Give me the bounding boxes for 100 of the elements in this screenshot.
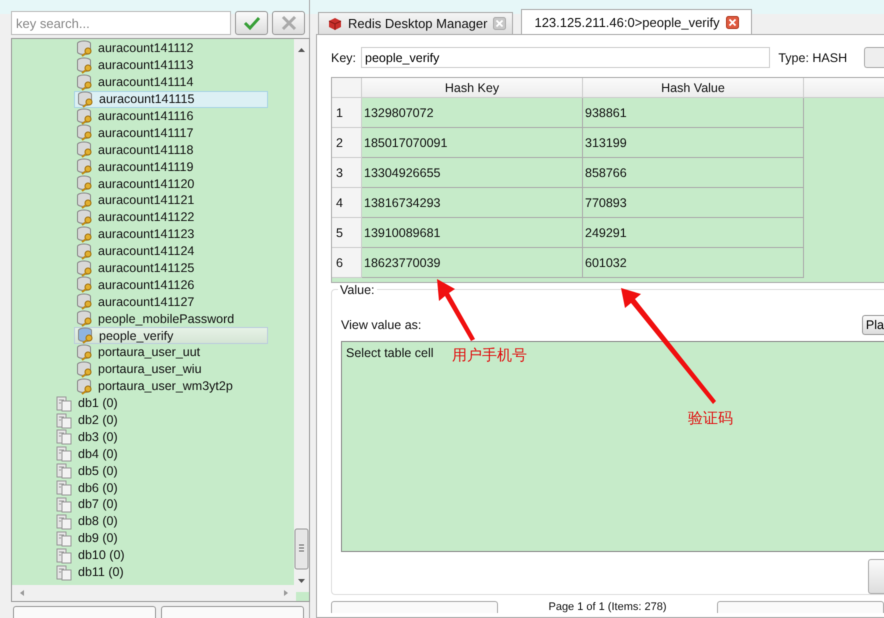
tree-item[interactable]: auracount141116 bbox=[74, 108, 268, 124]
database-key-icon bbox=[76, 141, 94, 158]
annotation-label: 验证码 bbox=[688, 409, 733, 428]
database-icon bbox=[56, 530, 74, 547]
group-title: Value: bbox=[338, 283, 377, 297]
search-field[interactable]: key search... bbox=[11, 11, 231, 35]
tree-item[interactable]: auracount141122 bbox=[74, 208, 268, 226]
format-dropdown[interactable]: Pla bbox=[862, 314, 884, 335]
table-cell[interactable]: 249291 bbox=[583, 218, 804, 248]
button[interactable] bbox=[864, 47, 884, 68]
database-key-icon bbox=[76, 378, 94, 395]
database-icon bbox=[56, 462, 74, 480]
table-cell[interactable]: 185017070091 bbox=[362, 128, 583, 158]
database-icon bbox=[56, 546, 74, 564]
value-text: Select table cell bbox=[346, 346, 434, 360]
tree-item[interactable]: portaura_user_uut bbox=[74, 344, 268, 361]
database-key-icon bbox=[76, 208, 94, 226]
tree-item[interactable]: db6 (0) bbox=[54, 479, 174, 496]
database-key-icon bbox=[76, 310, 94, 328]
database-key-icon bbox=[76, 226, 94, 243]
button[interactable] bbox=[716, 601, 884, 613]
tree-item[interactable]: db8 (0) bbox=[54, 512, 174, 530]
table-cell[interactable]: 18623770039 bbox=[362, 248, 583, 278]
tab[interactable]: Redis Desktop Manager bbox=[318, 12, 514, 34]
tree-item[interactable]: db11 (0) bbox=[54, 564, 174, 580]
button[interactable] bbox=[161, 606, 304, 618]
database-icon bbox=[56, 479, 74, 496]
database-icon bbox=[56, 564, 74, 581]
tree-item[interactable]: db10 (0) bbox=[54, 546, 174, 564]
tab[interactable]: 123.125.211.46:0>people_verify bbox=[521, 9, 752, 34]
table-cell[interactable]: 13304926655 bbox=[362, 158, 583, 188]
database-key-icon bbox=[76, 108, 94, 125]
tree-item[interactable]: auracount141115 bbox=[74, 90, 268, 108]
tree-item[interactable]: auracount141121 bbox=[74, 192, 268, 209]
button[interactable] bbox=[868, 559, 884, 594]
row-number: 3 bbox=[332, 158, 362, 188]
apply-button[interactable] bbox=[235, 11, 268, 35]
database-key-icon bbox=[76, 40, 94, 57]
tree-item[interactable]: db9 (0) bbox=[54, 530, 174, 547]
database-key-icon bbox=[76, 293, 94, 310]
annotation-label: 用户手机号 bbox=[452, 346, 527, 365]
row-number: 5 bbox=[332, 218, 362, 248]
database-key-icon bbox=[76, 124, 94, 142]
table-cell[interactable]: 858766 bbox=[583, 158, 804, 188]
database-key-icon bbox=[76, 175, 94, 192]
database-key-icon bbox=[76, 192, 94, 209]
tree-item[interactable]: people_mobilePassword bbox=[74, 310, 268, 328]
database-icon bbox=[56, 445, 74, 462]
clear-button[interactable] bbox=[272, 11, 305, 35]
tree-item[interactable]: auracount141119 bbox=[74, 158, 268, 176]
table-cell[interactable]: 1329807072 bbox=[362, 98, 583, 128]
tree-item[interactable]: db1 (0) bbox=[54, 394, 174, 412]
database-key-icon bbox=[77, 327, 95, 344]
tree-item[interactable]: auracount141114 bbox=[74, 74, 268, 91]
row-number: 4 bbox=[332, 188, 362, 218]
database-key-icon bbox=[76, 360, 94, 378]
database-icon bbox=[56, 496, 74, 513]
tree-item[interactable]: db7 (0) bbox=[54, 496, 174, 513]
tree-item[interactable]: auracount141112 bbox=[74, 40, 268, 57]
tree-item[interactable]: db4 (0) bbox=[54, 445, 174, 462]
page-info: Page 1 of 1 (Items: 278) bbox=[548, 602, 666, 613]
table-cell[interactable]: 13816734293 bbox=[362, 188, 583, 218]
database-key-icon bbox=[76, 74, 94, 91]
tree-item[interactable]: auracount141118 bbox=[74, 141, 268, 158]
table-cell[interactable]: 938861 bbox=[583, 98, 804, 128]
column-header[interactable]: Hash Value bbox=[583, 78, 804, 98]
close-icon[interactable] bbox=[726, 16, 739, 28]
table-cell[interactable]: 13910089681 bbox=[362, 218, 583, 248]
database-icon bbox=[56, 428, 74, 446]
close-icon bbox=[280, 15, 296, 31]
table-cell[interactable]: 313199 bbox=[583, 128, 804, 158]
tree-item[interactable]: db3 (0) bbox=[54, 428, 174, 446]
database-icon bbox=[56, 512, 74, 530]
column-header[interactable]: Hash Key bbox=[362, 78, 583, 98]
key-field[interactable]: people_verify bbox=[361, 47, 770, 68]
database-key-icon bbox=[76, 56, 94, 74]
arrow bbox=[437, 279, 477, 341]
tree-item[interactable]: auracount141127 bbox=[74, 293, 268, 310]
key-label: Key: bbox=[331, 50, 356, 64]
tree-item[interactable]: db5 (0) bbox=[54, 462, 174, 480]
tree-item[interactable]: db2 (0) bbox=[54, 412, 174, 428]
tree-item[interactable]: portaura_user_wiu bbox=[74, 360, 268, 378]
tree-item[interactable]: auracount141124 bbox=[74, 242, 268, 260]
tree-item[interactable]: people_verify bbox=[74, 327, 268, 344]
row-number: 2 bbox=[332, 128, 362, 158]
tree-item[interactable]: portaura_user_wm3yt2p bbox=[74, 378, 268, 395]
button[interactable] bbox=[13, 606, 156, 618]
table-cell[interactable]: 601032 bbox=[583, 248, 804, 278]
tree-item[interactable]: auracount141123 bbox=[74, 226, 268, 243]
check-icon bbox=[242, 16, 260, 30]
view-as-label: View value as: bbox=[341, 318, 422, 332]
tree-item[interactable]: auracount141120 bbox=[74, 175, 268, 192]
tree-item[interactable]: auracount141125 bbox=[74, 260, 268, 276]
tree-item[interactable]: auracount141117 bbox=[74, 124, 268, 142]
database-icon bbox=[56, 394, 74, 412]
table-cell[interactable]: 770893 bbox=[583, 188, 804, 218]
database-key-icon bbox=[76, 260, 94, 277]
tree-item[interactable]: auracount141113 bbox=[74, 56, 268, 74]
tree-item[interactable]: auracount141126 bbox=[74, 276, 268, 294]
button[interactable] bbox=[331, 601, 498, 613]
